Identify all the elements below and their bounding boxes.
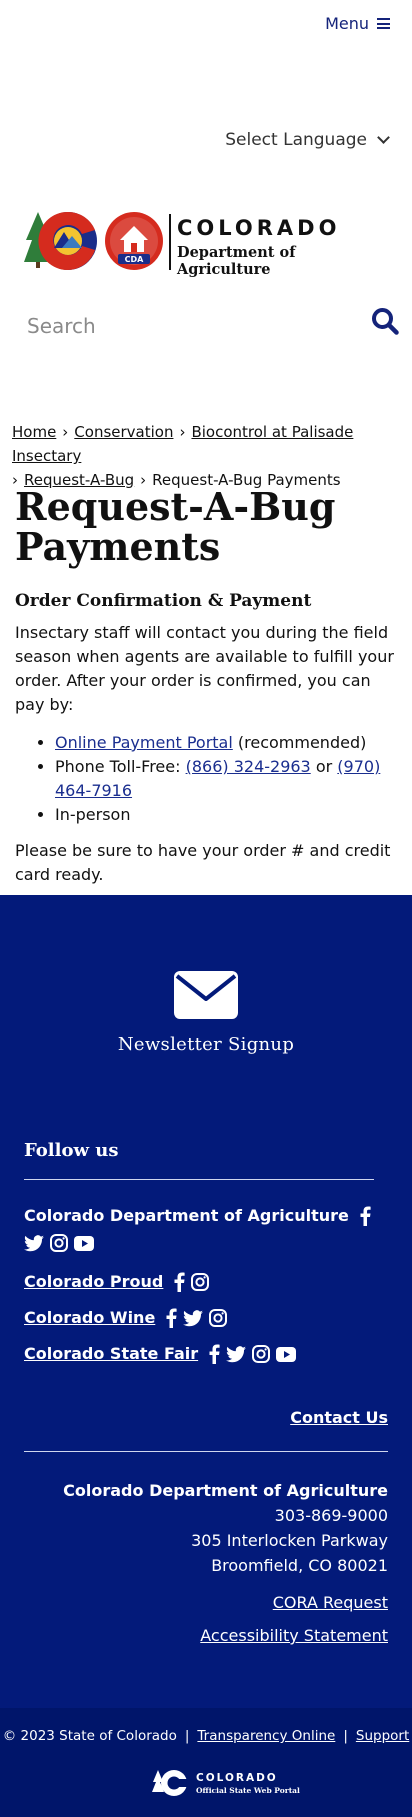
facebook-icon[interactable]: [165, 1308, 177, 1328]
instagram-icon[interactable]: [191, 1273, 210, 1291]
facebook-icon[interactable]: [359, 1206, 371, 1226]
search-icon[interactable]: [371, 307, 399, 339]
payment-options-list: Online Payment Portal (recommended) Phon…: [55, 731, 398, 827]
address-phone: 303-869-9000: [274, 1506, 388, 1525]
newsletter-signup[interactable]: Newsletter Signup: [0, 970, 412, 1055]
language-label: Select Language: [225, 130, 367, 150]
logo-wordmark: COLORADO Department of Agriculture: [177, 216, 384, 278]
list-item: Phone Toll-Free: (866) 324-2963 or (970)…: [55, 755, 398, 803]
address-street: 305 Interlocken Parkway: [191, 1531, 388, 1550]
sub-footer: © 2023 State of Colorado | Transparency On…: [0, 1708, 412, 1817]
breadcrumb-home[interactable]: Home: [12, 423, 56, 441]
accessibility-link[interactable]: Accessibility Statement: [200, 1626, 388, 1645]
address-city: Broomfield, CO 80021: [211, 1556, 388, 1575]
payment-note: Please be sure to have your order # and …: [15, 841, 391, 884]
instagram-icon[interactable]: [209, 1309, 228, 1327]
payment-portal-link[interactable]: Online Payment Portal: [55, 733, 233, 752]
copyright: © 2023 State of Colorado: [2, 1728, 177, 1744]
chevron-down-icon: [377, 131, 390, 144]
newsletter-label: Newsletter Signup: [117, 1034, 295, 1055]
svg-text:CDA: CDA: [125, 255, 145, 264]
colorado-c-logo-icon: [152, 1770, 188, 1796]
phone-link-toll-free[interactable]: (866) 324-2963: [186, 757, 311, 776]
facebook-icon[interactable]: [173, 1272, 185, 1292]
support-link[interactable]: Support: [356, 1728, 409, 1744]
divider: [24, 1179, 374, 1180]
cora-request-link[interactable]: CORA Request: [273, 1593, 388, 1612]
twitter-icon[interactable]: [183, 1309, 204, 1327]
main-content: Request-A-Bug Payments Order Confirmatio…: [15, 487, 398, 887]
follow-us-section: Follow us Colorado Department of Agricul…: [24, 1140, 374, 1366]
follow-title: Follow us: [24, 1140, 119, 1161]
breadcrumb-conservation[interactable]: Conservation: [74, 423, 173, 441]
social-row: Colorado Wine: [24, 1306, 374, 1330]
separator: |: [343, 1728, 348, 1744]
social-row: Colorado State Fair: [24, 1342, 374, 1366]
social-name-link[interactable]: Colorado Wine: [24, 1306, 155, 1330]
instagram-icon[interactable]: [252, 1345, 271, 1363]
separator: |: [184, 1728, 190, 1744]
logo-divider: [169, 214, 171, 270]
breadcrumb: Home › Conservation › Biocontrol at Palisade…: [12, 420, 402, 492]
list-item: In-person: [55, 803, 398, 827]
sub-footer-links: © 2023 State of Colorado | Transparency On…: [0, 1728, 412, 1744]
social-row: Colorado Department of Agriculture: [24, 1204, 374, 1252]
portal-note: (recommended): [237, 733, 367, 752]
site-footer: Newsletter Signup Follow us Colorado Dep…: [0, 895, 412, 1708]
divider: [24, 1451, 388, 1452]
social-name: Colorado Department of Agriculture: [24, 1206, 349, 1225]
twitter-icon[interactable]: [24, 1234, 44, 1252]
colorado-logo-icon: CDA: [24, 211, 163, 270]
intro-text: Insectary staff will contact you during …: [15, 623, 394, 714]
social-name-link[interactable]: Colorado Proud: [24, 1270, 163, 1294]
social-name-link[interactable]: Colorado State Fair: [24, 1342, 198, 1366]
state-portal-logo[interactable]: COLORADO Official State Web Portal: [152, 1768, 300, 1798]
section-heading: Order Confirmation & Payment: [15, 591, 312, 611]
search-bar: Search: [27, 305, 399, 345]
language-select[interactable]: Select Language: [225, 130, 390, 150]
envelope-icon: [174, 971, 238, 1019]
hamburger-icon: [377, 18, 390, 29]
social-row: Colorado Proud: [24, 1270, 374, 1294]
contact-us-link[interactable]: Contact Us: [290, 1408, 388, 1427]
logo-title: COLORADO: [177, 216, 341, 240]
address-org: Colorado Department of Agriculture: [63, 1481, 388, 1500]
facebook-icon[interactable]: [208, 1344, 220, 1364]
address-block: Colorado Department of Agriculture 303-8…: [63, 1478, 388, 1648]
breadcrumb-separator: ›: [62, 423, 69, 441]
portal-subtitle: Official State Web Portal: [196, 1785, 300, 1795]
twitter-icon[interactable]: [226, 1345, 247, 1363]
list-item: Online Payment Portal (recommended): [55, 731, 398, 755]
menu-button[interactable]: Menu: [325, 14, 390, 33]
page-title: Request-A-Bug Payments: [15, 484, 336, 569]
logo-subtitle: Department of Agriculture: [177, 244, 296, 278]
search-input[interactable]: Search: [27, 314, 96, 338]
portal-title: COLORADO: [196, 1771, 278, 1784]
site-logo[interactable]: CDA COLORADO Department of Agriculture: [24, 210, 384, 278]
youtube-icon[interactable]: [276, 1346, 297, 1362]
youtube-icon[interactable]: [74, 1235, 94, 1251]
phone-label: Phone Toll-Free:: [55, 757, 181, 776]
menu-label: Menu: [325, 14, 369, 33]
transparency-link[interactable]: Transparency Online: [197, 1728, 335, 1744]
phone-or: or: [315, 757, 333, 776]
breadcrumb-separator: ›: [179, 423, 186, 441]
instagram-icon[interactable]: [50, 1234, 68, 1252]
